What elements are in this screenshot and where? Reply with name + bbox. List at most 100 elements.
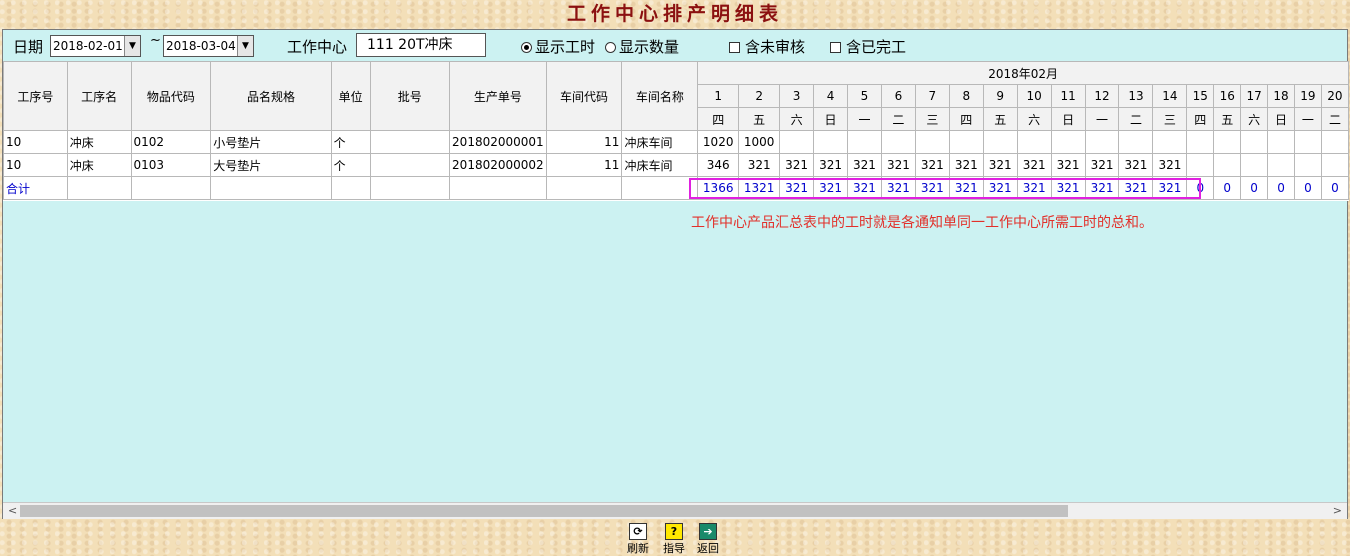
table-cell: 0103: [130, 153, 212, 177]
workcenter-input[interactable]: 111 20T冲床: [356, 33, 486, 57]
day-cell: [914, 130, 950, 154]
day-header: 8: [948, 84, 984, 108]
refresh-icon: ⟳: [629, 523, 647, 540]
chevron-down-icon[interactable]: ▼: [124, 36, 140, 56]
table-cell: 11: [545, 130, 623, 154]
scroll-left-icon[interactable]: <: [8, 504, 17, 517]
day-cell: [1152, 130, 1188, 154]
weekday-header: 四: [697, 107, 740, 131]
day-cell: [1186, 153, 1215, 177]
radio-icon: [521, 42, 532, 53]
help-icon: ?: [665, 523, 683, 540]
show-hours-radio[interactable]: 显示工时: [521, 36, 595, 57]
day-header: 1: [697, 84, 740, 108]
back-button[interactable]: ➔ 返回: [694, 521, 722, 556]
main-panel: 日期 2018-02-01 ▼ ~ 2018-03-04 ▼ 工作中心 111 …: [2, 29, 1349, 519]
column-header: 车间代码: [545, 61, 623, 131]
guide-button[interactable]: ? 指导: [660, 521, 688, 556]
annotation-text: 工作中心产品汇总表中的工时就是各通知单同一工作中心所需工时的总和。: [691, 215, 1153, 231]
column-header: 工序号: [3, 61, 68, 131]
day-cell: [1213, 153, 1242, 177]
total-day-cell: 0: [1240, 176, 1269, 200]
highlight-box: [689, 178, 1201, 199]
day-cell: 321: [779, 153, 815, 177]
date-from-select[interactable]: 2018-02-01 ▼: [50, 35, 141, 57]
day-cell: [982, 130, 1018, 154]
table-row[interactable]: 10 冲床 0103 大号垫片个 201802000002 11 冲床车间 346 321 321…: [3, 153, 1349, 177]
weekday-header: 五: [982, 107, 1018, 131]
table-cell: 冲床: [66, 153, 132, 177]
weekday-header: 三: [914, 107, 950, 131]
total-day-cell: 0: [1320, 176, 1349, 200]
day-cell: [1240, 130, 1269, 154]
scroll-right-icon[interactable]: >: [1333, 504, 1342, 517]
table-row[interactable]: 10 冲床 0102 小号垫片个 201802000001 11 冲床车间 1020 1000: [3, 130, 1349, 154]
include-unreviewed-checkbox[interactable]: 含未审核: [729, 36, 805, 57]
horizontal-scrollbar[interactable]: < >: [3, 502, 1347, 519]
table-cell: 个: [330, 153, 371, 177]
weekday-header: 日: [1050, 107, 1086, 131]
table-cell: [369, 130, 451, 154]
page-title: 工作中心排产明细表: [566, 3, 783, 25]
table-cell: 201802000002: [449, 153, 547, 177]
day-cell: 346: [697, 153, 740, 177]
day-cell: 321: [1016, 153, 1052, 177]
total-label: 合计: [3, 176, 68, 200]
weekday-header: 二: [1320, 107, 1349, 131]
table-cell: 小号垫片: [210, 130, 332, 154]
scroll-thumb[interactable]: [20, 505, 1068, 517]
day-cell: 1020: [697, 130, 740, 154]
day-cell: [1320, 130, 1349, 154]
column-header: 物品代码: [130, 61, 212, 131]
weekday-header: 四: [948, 107, 984, 131]
bottom-toolbar: ⟳ 刷新 ? 指导 ➔ 返回: [624, 521, 734, 556]
column-header: 批号: [369, 61, 451, 131]
table-cell: 201802000001: [449, 130, 547, 154]
refresh-button[interactable]: ⟳ 刷新: [624, 521, 652, 556]
day-cell: [1293, 153, 1322, 177]
table-cell: [130, 176, 212, 200]
day-cell: 321: [813, 153, 848, 177]
show-qty-radio[interactable]: 显示数量: [605, 36, 679, 57]
day-cell: 321: [738, 153, 781, 177]
date-to-select[interactable]: 2018-03-04 ▼: [163, 35, 254, 57]
day-header: 3: [779, 84, 815, 108]
weekday-header: 二: [1118, 107, 1154, 131]
total-day-cell: 0: [1293, 176, 1322, 200]
weekday-header: 一: [1293, 107, 1322, 131]
day-cell: [813, 130, 848, 154]
day-cell: [1240, 153, 1269, 177]
day-cell: [1016, 130, 1052, 154]
column-header: 生产单号: [449, 61, 547, 131]
weekday-header: 五: [738, 107, 781, 131]
day-cell: 321: [1152, 153, 1188, 177]
weekday-header: 一: [1084, 107, 1120, 131]
radio-icon: [605, 42, 616, 53]
day-cell: [1320, 153, 1349, 177]
day-cell: 1000: [738, 130, 781, 154]
column-header: 单位: [330, 61, 371, 131]
day-header: 11: [1050, 84, 1086, 108]
day-cell: 321: [948, 153, 984, 177]
month-header: 2018年02月: [697, 61, 1349, 85]
workcenter-label: 工作中心: [287, 38, 348, 56]
column-header: 车间名称: [621, 61, 699, 131]
checkbox-icon: [729, 42, 740, 53]
chevron-down-icon[interactable]: ▼: [237, 36, 253, 56]
include-completed-checkbox[interactable]: 含已完工: [830, 36, 906, 57]
day-header: 2: [738, 84, 781, 108]
day-header: 17: [1240, 84, 1269, 108]
day-header: 9: [982, 84, 1018, 108]
table-cell: [449, 176, 547, 200]
day-cell: [1084, 130, 1120, 154]
day-cell: [779, 130, 815, 154]
table-cell: [369, 153, 451, 177]
day-cell: [1050, 130, 1086, 154]
column-header: 工序名: [66, 61, 132, 131]
weekday-header: 一: [846, 107, 882, 131]
day-cell: [948, 130, 984, 154]
table-cell: 0102: [130, 130, 212, 154]
table-cell: [545, 176, 623, 200]
weekday-header: 日: [1267, 107, 1295, 131]
weekday-header: 二: [880, 107, 916, 131]
